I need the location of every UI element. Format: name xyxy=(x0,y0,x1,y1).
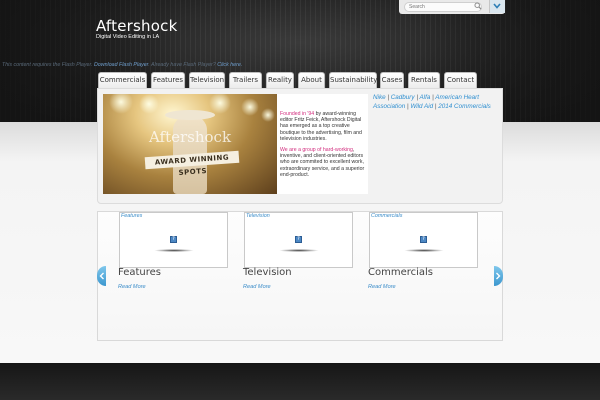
thumbnail-shadow xyxy=(279,249,319,252)
download-flash-link[interactable]: Download Flash Player xyxy=(94,62,148,68)
hero-image-text: Aftershock xyxy=(148,128,232,146)
stage-light xyxy=(261,108,275,122)
flash-notice-middle: . Already have Flash Player? xyxy=(148,62,218,68)
stage-light xyxy=(139,94,159,114)
tab-rentals[interactable]: Rentals xyxy=(408,72,440,88)
tab-features[interactable]: Features xyxy=(151,72,185,88)
hero-banner: AWARD WINNING SPOTS xyxy=(144,150,240,177)
thumbnail-label: Television xyxy=(246,213,270,219)
hero-highlight-2: We are a group of hard-working xyxy=(280,147,353,154)
client-links: Nike | Cadbury | Alfa | American Heart A… xyxy=(373,94,501,111)
separator: | xyxy=(387,94,389,101)
separator: | xyxy=(434,102,437,110)
chevron-left-icon xyxy=(99,272,104,280)
thumbnail-television[interactable]: Television ? xyxy=(244,212,353,268)
missing-plugin-icon: ? xyxy=(170,236,177,243)
separator: | xyxy=(416,94,418,101)
category-title-commercials[interactable]: Commercials xyxy=(368,267,433,278)
separator: | xyxy=(406,102,409,110)
thumbnail-shadow xyxy=(404,249,444,252)
client-link-wild-aid[interactable]: Wild Aid xyxy=(410,103,433,110)
separator: | xyxy=(432,94,434,101)
hero-description: Founded in '94 by award-winning editor F… xyxy=(277,94,368,194)
hero-paragraph-2: We are a group of hard-working, inventiv… xyxy=(280,147,365,178)
click-here-link[interactable]: Click here. xyxy=(217,62,242,68)
hero-paragraph-1: Founded in '94 by award-winning editor F… xyxy=(280,111,365,142)
thumbnail-commercials[interactable]: Commercials ? xyxy=(369,212,478,268)
tab-sustainability[interactable]: Sustainability xyxy=(329,72,377,88)
thumbnail-features[interactable]: Features ? xyxy=(119,212,228,268)
read-more-commercials-link[interactable]: Read More xyxy=(368,284,396,290)
tab-about[interactable]: About xyxy=(298,72,325,88)
carousel-prev-button[interactable] xyxy=(97,266,106,286)
hero-highlight-1: Founded in '94 xyxy=(280,111,315,117)
search-input[interactable] xyxy=(404,2,482,12)
tab-cases[interactable]: Cases xyxy=(380,72,404,88)
site-tagline: Digital Video Editing in LA xyxy=(96,34,160,40)
missing-plugin-icon: ? xyxy=(420,236,427,243)
page-footer xyxy=(0,363,600,400)
tab-reality[interactable]: Reality xyxy=(266,72,294,88)
client-link-cadbury[interactable]: Cadbury xyxy=(391,94,415,101)
chevron-right-icon xyxy=(496,272,501,280)
search-icon[interactable] xyxy=(474,2,482,10)
flash-player-notice: This content requires the Flash Player. … xyxy=(2,62,242,68)
site-title[interactable]: Aftershock xyxy=(96,17,177,35)
chevron-down-icon[interactable] xyxy=(493,3,501,9)
client-link-alfa[interactable]: Alfa xyxy=(419,94,430,101)
tab-television[interactable]: Television xyxy=(189,72,225,88)
stage-light xyxy=(109,94,133,114)
hero-figure-hat xyxy=(165,110,215,120)
read-more-television-link[interactable]: Read More xyxy=(243,284,271,290)
thumbnail-label: Commercials xyxy=(371,213,403,219)
thumbnail-shadow xyxy=(154,249,194,252)
thumbnail-label: Features xyxy=(121,213,143,219)
tab-commercials[interactable]: Commercials xyxy=(98,72,147,88)
category-title-features[interactable]: Features xyxy=(118,267,161,278)
client-link-2014-commercials[interactable]: 2014 Commercials xyxy=(438,103,491,110)
hero-image[interactable]: Aftershock AWARD WINNING SPOTS xyxy=(103,94,277,194)
client-link-nike[interactable]: Nike xyxy=(373,94,386,101)
tab-contact[interactable]: Contact xyxy=(444,72,477,88)
category-title-television[interactable]: Television xyxy=(243,267,292,278)
flash-notice-text: This content requires the Flash Player. xyxy=(2,62,94,68)
missing-plugin-icon: ? xyxy=(295,236,302,243)
read-more-features-link[interactable]: Read More xyxy=(118,284,146,290)
stage-light xyxy=(241,98,259,116)
tab-trailers[interactable]: Trailers xyxy=(229,72,262,88)
stage-light xyxy=(209,94,231,114)
